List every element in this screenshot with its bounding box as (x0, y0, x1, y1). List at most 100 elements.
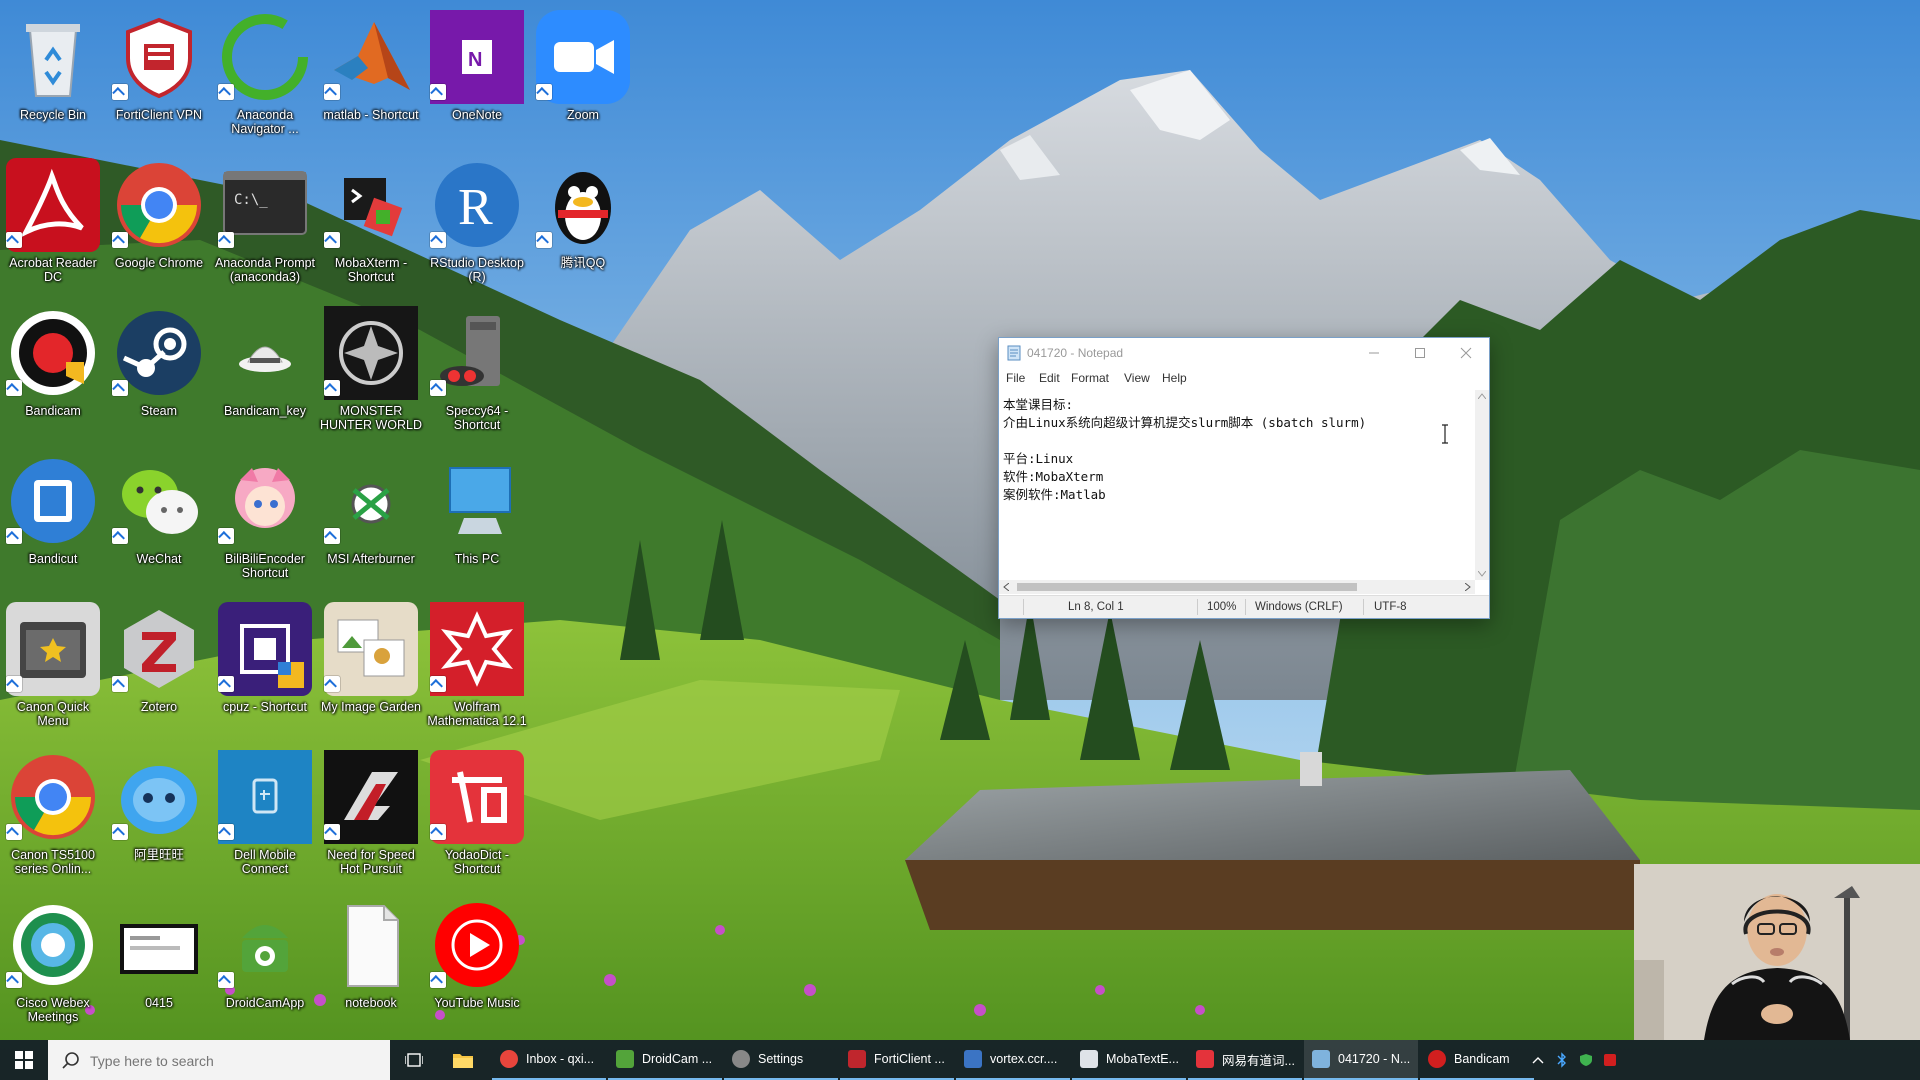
desktop-icon-google-chrome[interactable]: Google Chrome (106, 152, 212, 298)
desktop-icon-canon-ts5100[interactable]: Canon TS5100 series Onlin... (0, 744, 106, 890)
search-input[interactable] (88, 1049, 382, 1073)
desktop-icon-mobaxterm[interactable]: MobaXterm - Shortcut (318, 152, 424, 298)
menu-help[interactable]: Help (1162, 371, 1187, 385)
desktop-icon-my-image-garden[interactable]: My Image Garden (318, 596, 424, 742)
tray-bluetooth[interactable] (1552, 1040, 1572, 1080)
desktop-icon-recycle-bin[interactable]: Recycle Bin (0, 4, 106, 150)
text-editor-icon (1080, 1050, 1098, 1068)
desktop-icon-monster-hunter-world[interactable]: MONSTER HUNTER WORLD (318, 300, 424, 446)
droidcam-icon (616, 1050, 634, 1068)
desktop-icon-label: Zoom (567, 108, 599, 122)
desktop-icon-zotero[interactable]: Zotero (106, 596, 212, 742)
desktop-icon-wechat[interactable]: WeChat (106, 448, 212, 594)
forticlient-icon (1604, 1054, 1616, 1066)
desktop-icon-forticlient-vpn[interactable]: FortiClient VPN (106, 4, 212, 150)
mobaxterm-icon (964, 1050, 982, 1068)
windows-logo-icon (15, 1051, 33, 1069)
desktop-icon-aliwangwang[interactable]: 阿里旺旺 (106, 744, 212, 890)
minimize-button[interactable] (1351, 338, 1397, 368)
maximize-button[interactable] (1397, 338, 1443, 368)
horizontal-scroll-thumb[interactable] (1017, 583, 1357, 591)
taskbar-search-box[interactable] (48, 1040, 390, 1080)
start-button[interactable] (0, 1040, 48, 1080)
desktop-icon-droidcamapp[interactable]: DroidCamApp (212, 892, 318, 1038)
desktop-icon-label: Bandicut (28, 552, 78, 566)
tray-forticlient[interactable] (1600, 1040, 1620, 1080)
taskbar-app-forticlient[interactable]: FortiClient ... (840, 1040, 954, 1080)
taskbar-app-bandicam[interactable]: Bandicam (1420, 1040, 1534, 1080)
desktop-icon-label: BiliBiliEncoder Shortcut (225, 552, 305, 580)
desktop-icon-0415[interactable]: 0415 (106, 892, 212, 1038)
menu-file[interactable]: File (1006, 371, 1025, 385)
text-line: ​ (1003, 432, 1471, 450)
desktop-icon-anaconda-navigator[interactable]: Anaconda Navigator ... (212, 4, 318, 150)
desktop-icon-youtube-music[interactable]: YouTube Music (424, 892, 530, 1038)
desktop-icon-cisco-webex[interactable]: Cisco Webex Meetings (0, 892, 106, 1038)
notepad-title-bar[interactable]: 041720 - Notepad (999, 338, 1489, 368)
desktop-icon-this-pc[interactable]: This PC (424, 448, 530, 594)
text-line: 平台:Linux (1003, 451, 1074, 466)
taskbar-app-youdao[interactable]: 网易有道词... (1188, 1040, 1302, 1080)
desktop-icon-bandicut[interactable]: Bandicut (0, 448, 106, 594)
key-file-icon (218, 306, 312, 400)
notepad-app-icon (1007, 345, 1021, 361)
taskbar-app-inbox[interactable]: Inbox - qxi... (492, 1040, 606, 1080)
taskbar-app-settings[interactable]: Settings (724, 1040, 838, 1080)
shortcut-arrow-icon (6, 824, 22, 840)
scroll-up-icon (1478, 393, 1486, 399)
desktop-icon-label: MobaXterm - Shortcut (334, 256, 408, 284)
desktop-icon-label: FortiClient VPN (115, 108, 203, 122)
desktop-icon-acrobat-reader[interactable]: Acrobat Reader DC (0, 152, 106, 298)
taskbar-app-droidcam[interactable]: DroidCam ... (608, 1040, 722, 1080)
shortcut-arrow-icon (6, 528, 22, 544)
desktop-icon-zoom[interactable]: Zoom (530, 4, 636, 150)
taskbar-app-vortex[interactable]: vortex.ccr.... (956, 1040, 1070, 1080)
desktop-icon-anaconda-prompt[interactable]: C:\_ Anaconda Prompt (anaconda3) (212, 152, 318, 298)
desktop-icon-qq[interactable]: 腾讯QQ (530, 152, 636, 298)
desktop-icon-label: MONSTER HUNTER WORLD (319, 404, 423, 432)
desktop-icon-onenote[interactable]: N OneNote (424, 4, 530, 150)
bluetooth-icon (1557, 1052, 1566, 1068)
shortcut-arrow-icon (324, 232, 340, 248)
horizontal-scrollbar[interactable] (999, 580, 1475, 594)
taskbar-app-mobatexteditor[interactable]: MobaTextE... (1072, 1040, 1186, 1080)
desktop-icon-dell-mobile-connect[interactable]: Dell Mobile Connect (212, 744, 318, 890)
desktop-icon-matlab[interactable]: matlab - Shortcut (318, 4, 424, 150)
desktop-icon-bandicam[interactable]: Bandicam (0, 300, 106, 446)
vertical-scrollbar[interactable] (1475, 390, 1489, 580)
file-explorer-button[interactable] (441, 1040, 485, 1080)
desktop-icon-notebook[interactable]: notebook (318, 892, 424, 1038)
close-button[interactable] (1443, 338, 1489, 368)
status-line-ending: Windows (CRLF) (1255, 601, 1343, 613)
desktop-icon-rstudio[interactable]: R RStudio Desktop (R) (424, 152, 530, 298)
desktop-icon-msi-afterburner[interactable]: MSI Afterburner (318, 448, 424, 594)
desktop-icon-bandicam-key[interactable]: Bandicam_key (212, 300, 318, 446)
tray-security[interactable] (1576, 1040, 1596, 1080)
shortcut-arrow-icon (112, 380, 128, 396)
desktop-icon-label: 阿里旺旺 (133, 848, 184, 862)
desktop-icon-speccy[interactable]: Speccy64 - Shortcut (424, 300, 530, 446)
desktop-icon-wolfram-mathematica[interactable]: Wolfram Mathematica 12.1 (424, 596, 530, 742)
desktop-icon-label: MSI Afterburner (327, 552, 415, 566)
desktop-icon-cpuz[interactable]: cpuz - Shortcut (212, 596, 318, 742)
desktop-icon-label: 0415 (145, 996, 173, 1010)
shortcut-arrow-icon (430, 676, 446, 692)
notepad-text-area[interactable]: 本堂课目标: 介由Linux系统向超级计算机提交slurm脚本 (sbatch s… (999, 390, 1475, 580)
desktop-icon-bilibili-encoder[interactable]: BiliBiliEncoder Shortcut (212, 448, 318, 594)
taskbar-app-notepad[interactable]: 041720 - N... (1304, 1040, 1418, 1080)
desktop-icon-label: 腾讯QQ (560, 256, 606, 270)
desktop-icon-yodaodict[interactable]: YodaoDict - Shortcut (424, 744, 530, 890)
desktop-icon-steam[interactable]: Steam (106, 300, 212, 446)
desktop-icon-canon-quick-menu[interactable]: Canon Quick Menu (0, 596, 106, 742)
shortcut-arrow-icon (324, 380, 340, 396)
text-line: 案例软件:Matlab (1003, 487, 1106, 502)
notepad-window[interactable]: 041720 - Notepad File Edit Format View H… (998, 337, 1490, 619)
tray-overflow-button[interactable] (1528, 1040, 1548, 1080)
menu-edit[interactable]: Edit (1039, 371, 1060, 385)
menu-view[interactable]: View (1124, 371, 1150, 385)
taskbar-app-label: Bandicam (1454, 1052, 1510, 1066)
shortcut-arrow-icon (112, 824, 128, 840)
task-view-button[interactable] (392, 1040, 436, 1080)
menu-format[interactable]: Format (1071, 371, 1109, 385)
desktop-icon-need-for-speed[interactable]: Need for Speed Hot Pursuit (318, 744, 424, 890)
